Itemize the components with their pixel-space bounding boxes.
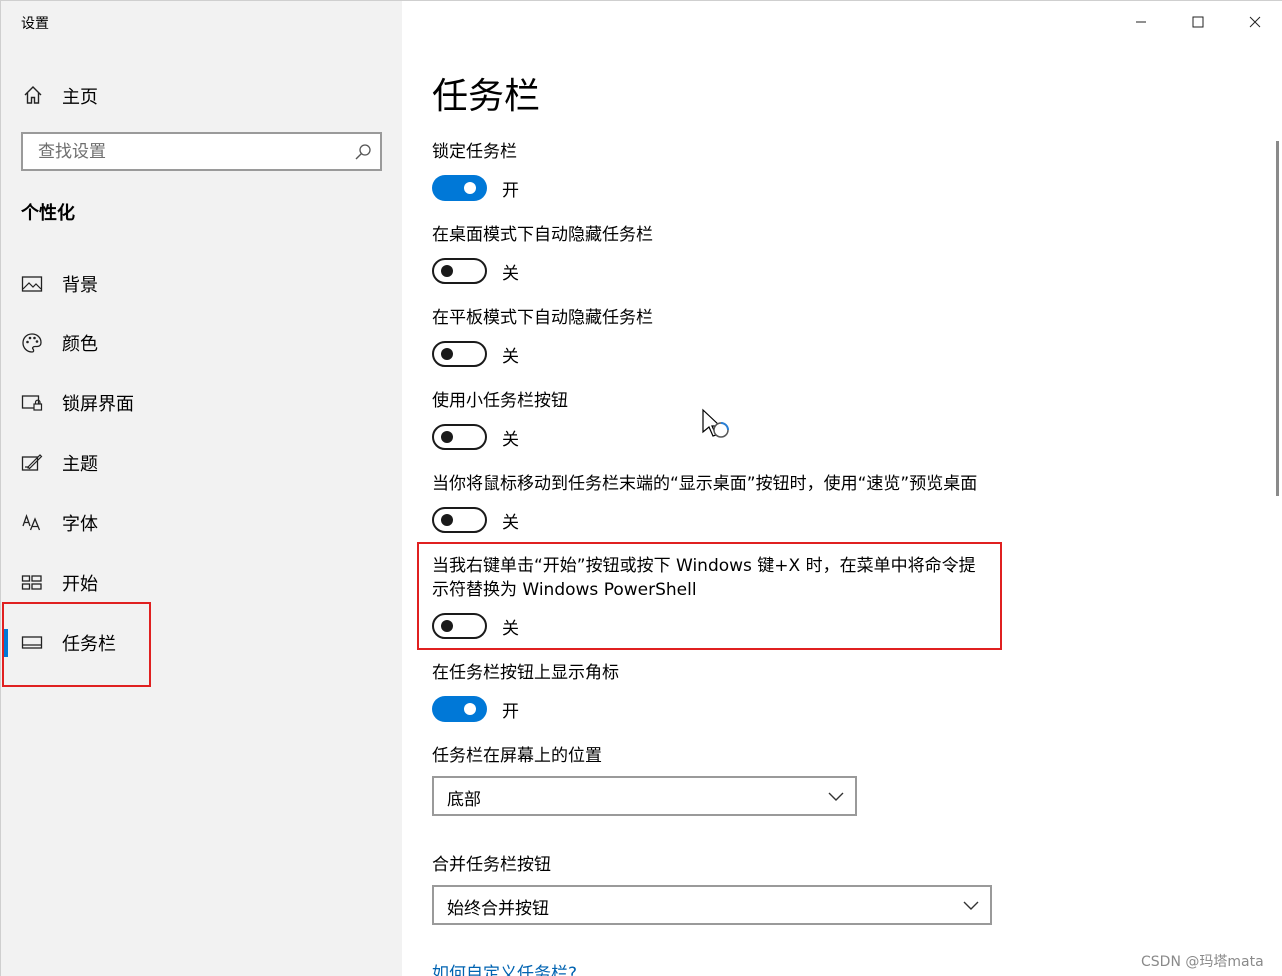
search-icon[interactable] <box>354 143 372 161</box>
home-label: 主页 <box>62 87 98 108</box>
setting-label: 任务栏在屏幕上的位置 <box>432 746 602 766</box>
sidebar-item-themes[interactable]: 主题 <box>1 435 402 491</box>
minimize-button[interactable] <box>1112 1 1169 43</box>
small-buttons-toggle[interactable] <box>432 424 487 450</box>
setting-combine: 合并任务栏按钮 <box>432 853 1012 877</box>
settings-window: 设置 主页 个性化 背景 <box>0 0 1282 976</box>
toggle-state: 关 <box>502 347 519 367</box>
position-dropdown[interactable]: 底部 <box>432 776 857 816</box>
dropdown-value: 始终合并按钮 <box>447 899 549 919</box>
main-content: 任务栏 锁定任务栏 开 在桌面模式下自动隐藏任务栏 关 在平板模式下自动隐藏任务… <box>402 1 1282 976</box>
home-icon <box>24 86 42 104</box>
busy-cursor-icon <box>702 408 729 438</box>
setting-autohide-tablet: 在平板模式下自动隐藏任务栏 关 <box>432 306 1012 367</box>
toggle-knob <box>441 348 453 360</box>
setting-label: 当你将鼠标移动到任务栏末端的“显示桌面”按钮时，使用“速览”预览桌面 <box>432 474 978 494</box>
toggle-row: 关 <box>432 341 632 369</box>
setting-label: 合并任务栏按钮 <box>432 855 551 875</box>
watermark-text: CSDN @玛塔mata <box>1141 954 1264 970</box>
maximize-button[interactable] <box>1169 1 1226 43</box>
sidebar-item-background[interactable]: 背景 <box>1 256 402 312</box>
sidebar-item-lock-screen[interactable]: 锁屏界面 <box>1 375 402 431</box>
toggle-knob <box>441 514 453 526</box>
autohide-tablet-toggle[interactable] <box>432 341 487 367</box>
maximize-icon <box>1192 16 1203 28</box>
toggle-row: 关 <box>432 507 632 535</box>
setting-peek: 当你将鼠标移动到任务栏末端的“显示桌面”按钮时，使用“速览”预览桌面 关 <box>432 472 1012 533</box>
sidebar-item-label: 开始 <box>62 574 98 595</box>
toggle-state: 开 <box>502 181 519 201</box>
theme-icon <box>21 454 43 471</box>
search-input[interactable] <box>23 134 343 169</box>
sidebar-item-label: 字体 <box>62 514 98 535</box>
toggle-state: 开 <box>502 702 519 722</box>
font-icon <box>22 514 41 531</box>
autohide-desktop-toggle[interactable] <box>432 258 487 284</box>
setting-badges: 在任务栏按钮上显示角标 开 <box>432 661 1012 722</box>
chevron-down-icon <box>828 792 844 801</box>
setting-highlight-annotation <box>417 542 1002 650</box>
help-link[interactable]: 如何自定义任务栏? <box>432 959 577 976</box>
sidebar-item-label: 主题 <box>62 454 98 475</box>
close-icon <box>1249 16 1260 28</box>
setting-autohide-desktop: 在桌面模式下自动隐藏任务栏 关 <box>432 223 1012 284</box>
search-box[interactable] <box>21 132 382 171</box>
dropdown-value: 底部 <box>447 790 481 810</box>
start-icon <box>21 575 42 590</box>
close-button[interactable] <box>1226 1 1282 43</box>
toggle-knob <box>441 265 453 277</box>
sidebar-item-label: 颜色 <box>62 334 98 355</box>
lock-taskbar-toggle[interactable] <box>432 175 487 201</box>
minimize-icon <box>1135 21 1146 23</box>
toggle-row: 关 <box>432 258 632 286</box>
toggle-row: 开 <box>432 696 632 724</box>
setting-label: 在任务栏按钮上显示角标 <box>432 663 619 683</box>
sidebar-item-label: 锁屏界面 <box>62 394 134 415</box>
setting-lock-taskbar: 锁定任务栏 开 <box>432 140 1012 201</box>
setting-label: 在桌面模式下自动隐藏任务栏 <box>432 225 653 245</box>
home-nav-item[interactable]: 主页 <box>1 73 402 115</box>
toggle-row: 开 <box>432 175 632 203</box>
setting-label: 在平板模式下自动隐藏任务栏 <box>432 308 653 328</box>
app-title: 设置 <box>21 16 49 32</box>
sidebar-item-fonts[interactable]: 字体 <box>1 495 402 551</box>
lock-screen-icon <box>21 395 43 411</box>
badges-toggle[interactable] <box>432 696 487 722</box>
picture-icon <box>21 276 43 292</box>
combine-dropdown[interactable]: 始终合并按钮 <box>432 885 992 925</box>
sidebar-item-label: 背景 <box>62 275 98 296</box>
toggle-state: 关 <box>502 430 519 450</box>
setting-position: 任务栏在屏幕上的位置 <box>432 744 1012 768</box>
toggle-state: 关 <box>502 513 519 533</box>
toggle-knob <box>441 431 453 443</box>
sidebar: 设置 主页 个性化 背景 <box>1 1 402 976</box>
toggle-knob <box>464 182 476 194</box>
sidebar-highlight-annotation <box>2 602 151 687</box>
page-title: 任务栏 <box>432 76 541 117</box>
toggle-row: 关 <box>432 424 632 452</box>
toggle-state: 关 <box>502 264 519 284</box>
peek-toggle[interactable] <box>432 507 487 533</box>
toggle-knob <box>464 703 476 715</box>
chevron-down-icon <box>963 901 979 910</box>
setting-label: 锁定任务栏 <box>432 142 517 162</box>
window-controls <box>1112 1 1282 43</box>
section-title: 个性化 <box>21 203 75 224</box>
scrollbar[interactable] <box>1276 141 1279 496</box>
palette-icon <box>22 333 42 353</box>
sidebar-item-colors[interactable]: 颜色 <box>1 315 402 371</box>
